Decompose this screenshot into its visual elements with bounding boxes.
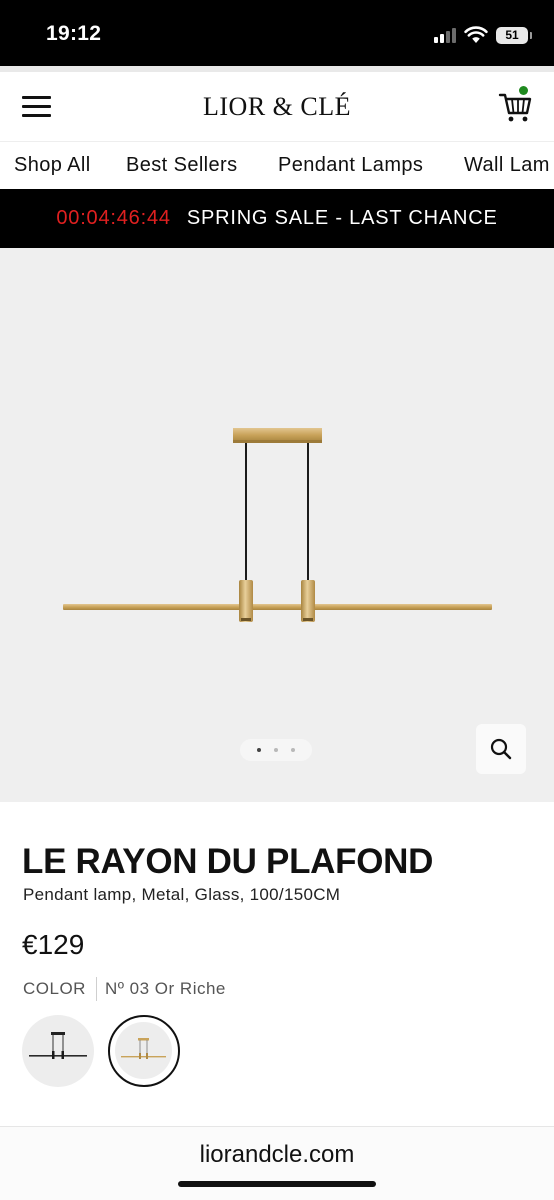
nav-item-best-sellers[interactable]: Best Sellers (126, 154, 238, 177)
home-indicator[interactable] (178, 1181, 376, 1187)
cellular-signal-icon (434, 27, 456, 43)
color-swatch-gold[interactable] (108, 1015, 180, 1087)
cart-svg (498, 93, 532, 122)
cart-indicator-dot (519, 86, 528, 95)
category-nav: Shop All Best Sellers Pendant Lamps Wall… (0, 143, 554, 189)
color-swatch-black[interactable] (22, 1015, 94, 1087)
zoom-button[interactable] (476, 724, 526, 774)
wifi-icon (464, 26, 488, 43)
shopping-cart-icon[interactable] (498, 86, 534, 124)
product-price: €129 (22, 929, 85, 960)
site-header: LIOR & CLÉ (0, 72, 554, 142)
countdown-timer: 00:04:46:44 (56, 207, 171, 229)
gallery-dot-1[interactable] (257, 748, 261, 752)
color-selector-row: COLOR Nº 03 Or Riche (23, 977, 226, 1001)
product-title: LE RAYON DU PLAFOND (22, 842, 434, 881)
status-icons: 51 (434, 24, 532, 46)
gallery-pagination-dots (240, 739, 312, 761)
url-display[interactable]: liorandcle.com (0, 1141, 554, 1169)
product-subtitle: Pendant lamp, Metal, Glass, 100/150CM (23, 885, 341, 904)
search-icon (490, 738, 512, 760)
sale-banner-text: SPRING SALE - LAST CHANCE (186, 207, 498, 229)
gallery-dot-3[interactable] (291, 748, 295, 752)
pendant-lamp-image (63, 428, 492, 622)
status-bar: 19:12 51 (0, 0, 554, 66)
color-separator (95, 977, 97, 1001)
brand-logo[interactable]: LIOR & CLÉ (0, 92, 554, 122)
nav-item-shop-all[interactable]: Shop All (14, 154, 91, 177)
status-time: 19:12 (46, 22, 102, 45)
gold-swatch-inner (115, 1022, 172, 1079)
color-label: COLOR (23, 979, 86, 998)
black-lamp-thumbnail (29, 1032, 87, 1059)
product-image-gallery[interactable] (0, 248, 554, 802)
sale-banner[interactable]: 00:04:46:44 SPRING SALE - LAST CHANCE (0, 189, 554, 248)
browser-address-bar: liorandcle.com (0, 1126, 554, 1200)
battery-icon: 51 (496, 26, 532, 44)
nav-item-pendant-lamps[interactable]: Pendant Lamps (278, 154, 423, 177)
nav-item-wall-lamps[interactable]: Wall Lam (464, 154, 550, 177)
gold-lamp-thumbnail (121, 1038, 166, 1059)
selected-color-name: Nº 03 Or Riche (104, 979, 226, 998)
gallery-dot-2[interactable] (274, 748, 278, 752)
